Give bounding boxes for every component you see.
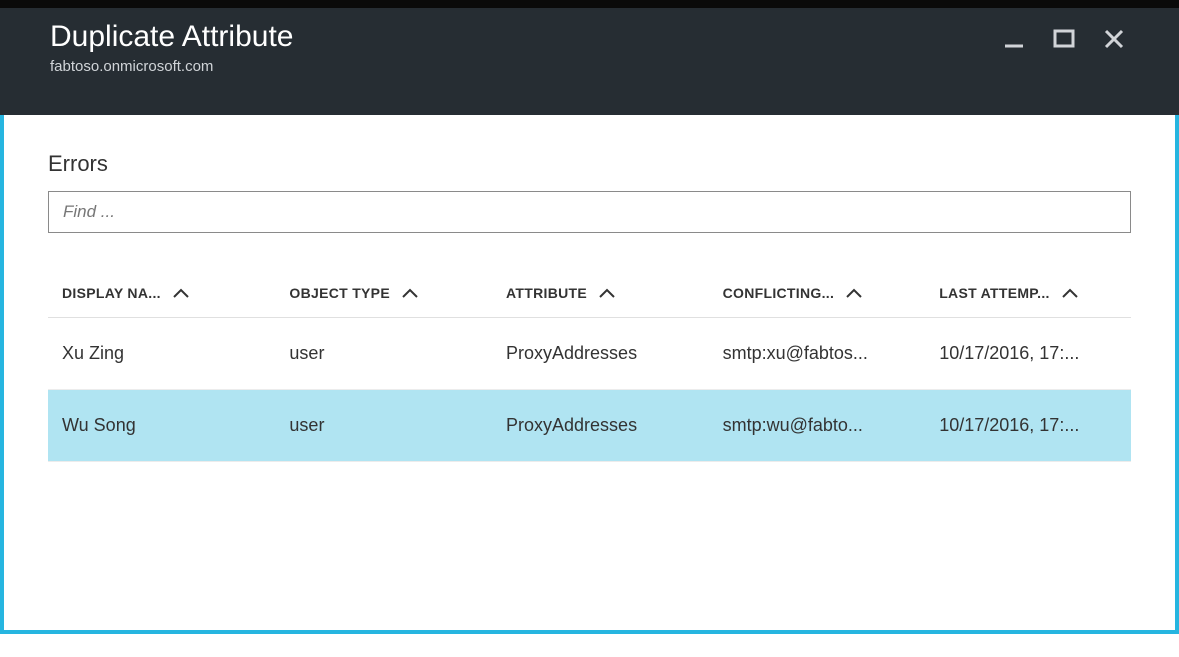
table-header: DISPLAY NA... OBJECT TYPE ATTRIBUTE CONF… (48, 285, 1131, 318)
cell-attribute: ProxyAddresses (492, 343, 709, 364)
col-attribute[interactable]: ATTRIBUTE (492, 285, 709, 301)
blade-header: Duplicate Attribute fabtoso.onmicrosoft.… (0, 8, 1179, 115)
col-label: DISPLAY NA... (62, 285, 161, 301)
chevron-up-icon (173, 285, 189, 301)
cell-object-type: user (275, 415, 492, 436)
table-row[interactable]: Xu ZinguserProxyAddressessmtp:xu@fabtos.… (48, 318, 1131, 390)
close-icon[interactable] (1103, 28, 1125, 50)
header-titles: Duplicate Attribute fabtoso.onmicrosoft.… (50, 20, 293, 75)
col-label: CONFLICTING... (723, 285, 835, 301)
col-label: LAST ATTEMP... (939, 285, 1050, 301)
table-body: Xu ZinguserProxyAddressessmtp:xu@fabtos.… (48, 318, 1131, 462)
cell-conflicting: smtp:xu@fabtos... (709, 343, 926, 364)
cell-last-attempt: 10/17/2016, 17:... (925, 343, 1131, 364)
search-input[interactable] (48, 191, 1131, 233)
chevron-up-icon (846, 285, 862, 301)
blade-title: Duplicate Attribute (50, 20, 293, 54)
window-controls (1003, 20, 1129, 50)
chevron-up-icon (599, 285, 615, 301)
cell-conflicting: smtp:wu@fabto... (709, 415, 926, 436)
cell-display-name: Wu Song (48, 415, 275, 436)
col-label: ATTRIBUTE (506, 285, 587, 301)
blade-subtitle: fabtoso.onmicrosoft.com (50, 58, 293, 75)
col-display-name[interactable]: DISPLAY NA... (48, 285, 275, 301)
cell-display-name: Xu Zing (48, 343, 275, 364)
col-object-type[interactable]: OBJECT TYPE (275, 285, 492, 301)
chevron-up-icon (1062, 285, 1078, 301)
section-title: Errors (48, 151, 1131, 177)
top-accent-bar (0, 0, 1179, 8)
cell-attribute: ProxyAddresses (492, 415, 709, 436)
col-conflicting[interactable]: CONFLICTING... (709, 285, 926, 301)
content-frame: Errors DISPLAY NA... OBJECT TYPE ATTRIBU… (0, 115, 1179, 634)
cell-object-type: user (275, 343, 492, 364)
maximize-icon[interactable] (1053, 28, 1075, 50)
col-label: OBJECT TYPE (289, 285, 390, 301)
errors-table: DISPLAY NA... OBJECT TYPE ATTRIBUTE CONF… (48, 285, 1131, 462)
chevron-up-icon (402, 285, 418, 301)
table-row[interactable]: Wu SonguserProxyAddressessmtp:wu@fabto..… (48, 390, 1131, 462)
content-area: Errors DISPLAY NA... OBJECT TYPE ATTRIBU… (4, 115, 1175, 462)
cell-last-attempt: 10/17/2016, 17:... (925, 415, 1131, 436)
col-last-attempt[interactable]: LAST ATTEMP... (925, 285, 1131, 301)
minimize-icon[interactable] (1003, 28, 1025, 50)
